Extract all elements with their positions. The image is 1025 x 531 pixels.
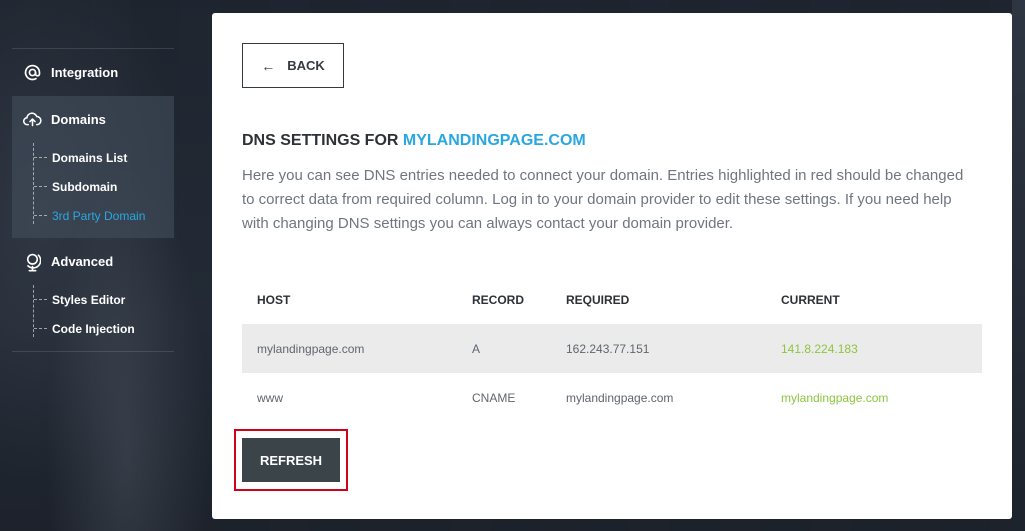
page-description: Here you can see DNS entries needed to c… bbox=[242, 167, 964, 232]
column-header-host: HOST bbox=[257, 293, 291, 307]
title-prefix: DNS SETTINGS FOR bbox=[242, 132, 399, 149]
page-title: DNS SETTINGS FOR MYLANDINGPAGE.COM bbox=[242, 132, 586, 150]
sidebar-section-domains: Domains Domains List Subdomain 3rd Party… bbox=[12, 96, 174, 238]
sidebar-item-domains[interactable]: Domains bbox=[12, 96, 174, 143]
sidebar: Integration Domains Domains List Subdoma… bbox=[12, 48, 174, 352]
at-icon bbox=[22, 63, 42, 83]
sidebar-item-label: Integration bbox=[51, 65, 119, 80]
sidebar-item-label: Advanced bbox=[51, 254, 114, 269]
tree-line bbox=[33, 143, 34, 224]
column-header-record: RECORD bbox=[472, 293, 525, 307]
cell-required: mylandingpage.com bbox=[566, 390, 674, 405]
refresh-highlight: REFRESH bbox=[234, 429, 348, 491]
sidebar-item-code-injection[interactable]: Code Injection bbox=[34, 314, 174, 343]
refresh-button[interactable]: REFRESH bbox=[242, 438, 340, 482]
title-domain: MYLANDINGPAGE.COM bbox=[402, 132, 586, 149]
dns-table: HOST RECORD REQUIRED CURRENT mylandingpa… bbox=[242, 276, 982, 422]
table-row: www CNAME mylandingpage.com mylandingpag… bbox=[242, 373, 982, 422]
sidebar-item-styles-editor[interactable]: Styles Editor bbox=[34, 285, 174, 314]
cloud-upload-icon bbox=[22, 110, 42, 130]
back-button-label: BACK bbox=[287, 58, 325, 73]
column-header-current: CURRENT bbox=[781, 293, 840, 307]
sidebar-submenu-advanced: Styles Editor Code Injection bbox=[12, 285, 174, 351]
cell-current: 141.8.224.183 bbox=[766, 324, 982, 373]
sidebar-item-subdomain[interactable]: Subdomain bbox=[34, 172, 174, 201]
arrow-left-icon: ← bbox=[261, 57, 276, 74]
sidebar-section-integration: Integration bbox=[12, 49, 174, 96]
table-row: mylandingpage.com A 162.243.77.151 141.8… bbox=[242, 324, 982, 373]
sidebar-item-domains-list[interactable]: Domains List bbox=[34, 143, 174, 172]
background-edge bbox=[1012, 0, 1025, 531]
dns-settings-panel: ← BACK DNS SETTINGS FOR MYLANDINGPAGE.CO… bbox=[212, 13, 1012, 519]
cell-required: 162.243.77.151 bbox=[551, 324, 766, 373]
column-header-required: REQUIRED bbox=[566, 293, 630, 307]
sidebar-item-integration[interactable]: Integration bbox=[12, 49, 174, 96]
sidebar-item-advanced[interactable]: Advanced bbox=[12, 238, 174, 285]
sidebar-item-3rd-party-domain[interactable]: 3rd Party Domain bbox=[34, 201, 174, 230]
cell-record: CNAME bbox=[472, 390, 516, 405]
sidebar-section-advanced: Advanced Styles Editor Code Injection bbox=[12, 238, 174, 351]
sidebar-item-label: Domains bbox=[51, 112, 106, 127]
tree-line bbox=[33, 285, 34, 337]
table-header-row: HOST RECORD REQUIRED CURRENT bbox=[242, 276, 982, 324]
back-button[interactable]: ← BACK bbox=[242, 43, 344, 88]
cell-current: mylandingpage.com bbox=[781, 390, 889, 405]
cell-record: A bbox=[457, 324, 551, 373]
cell-host: mylandingpage.com bbox=[242, 324, 457, 373]
cell-host: www bbox=[257, 390, 283, 405]
globe-icon bbox=[22, 252, 42, 272]
sidebar-submenu-domains: Domains List Subdomain 3rd Party Domain bbox=[12, 143, 174, 238]
sidebar-divider bbox=[12, 351, 174, 352]
